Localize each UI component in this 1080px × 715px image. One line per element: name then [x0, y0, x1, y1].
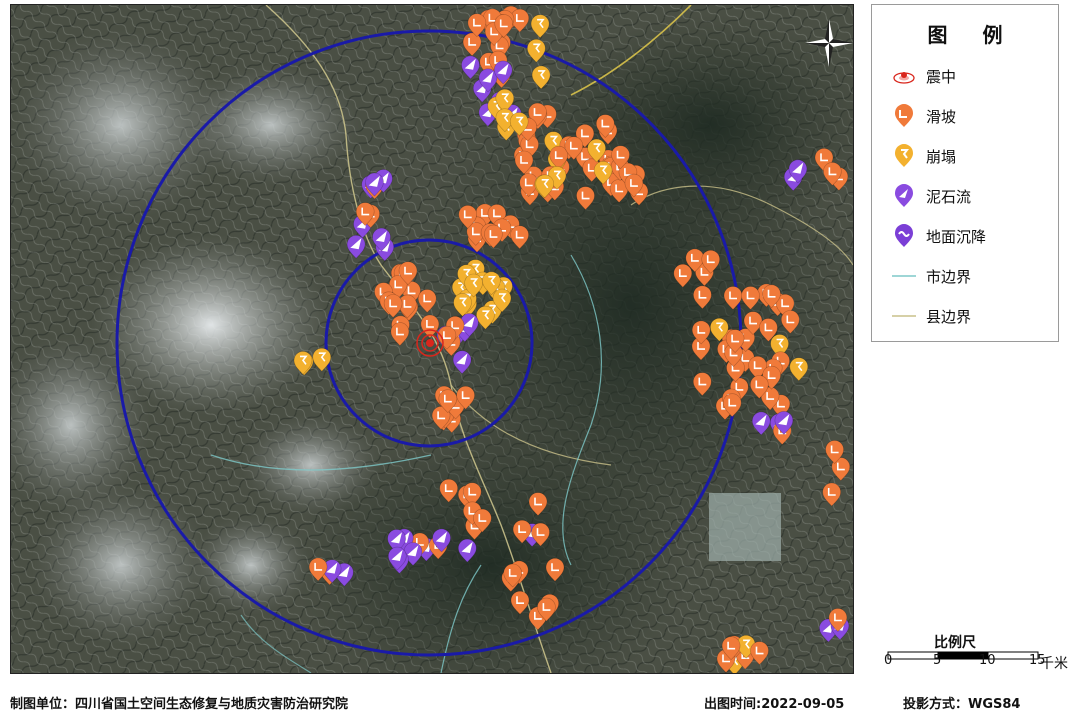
legend-label: 震中 [926, 67, 957, 86]
scale-tick-10: 10 [979, 653, 996, 668]
subsidence-icon [895, 224, 913, 247]
legend-panel: 图 例 震中 滑坡 崩塌 泥石流 地面沉降 市边界 县边界 [871, 4, 1059, 342]
date-label: 出图时间:2022-09-05 [704, 697, 845, 712]
landslide-icon [895, 104, 913, 127]
legend-item-landslide: 滑坡 [892, 103, 956, 129]
debris-flow-icon [895, 184, 913, 207]
legend-item-debris-flow: 泥石流 [892, 183, 971, 209]
scale-tick-0: 0 [884, 653, 893, 668]
legend-title: 图 例 [927, 23, 1017, 47]
legend-item-epicenter: 震中 [892, 63, 956, 89]
legend-label: 滑坡 [926, 107, 957, 126]
legend-item-collapse: 崩塌 [892, 143, 956, 169]
producer-label: 制图单位：四川省国土空间生态修复与地质灾害防治研究院 [10, 697, 349, 712]
epicenter-icon [893, 72, 915, 84]
city-boundary-line [892, 275, 916, 277]
map-canvas [11, 5, 853, 673]
scale-title: 比例尺 [934, 635, 976, 651]
scale-bar [887, 651, 1039, 660]
legend-item-subsidence: 地面沉降 [892, 223, 986, 249]
legend-label: 县边界 [926, 307, 972, 326]
legend-label: 泥石流 [926, 187, 972, 206]
legend-label: 市边界 [926, 267, 972, 286]
legend-label: 崩塌 [926, 147, 957, 166]
scale-unit: 千米 [1040, 656, 1068, 672]
county-boundary-line [892, 315, 916, 317]
satellite-map[interactable] [10, 4, 854, 674]
collapse-icon [895, 144, 913, 167]
legend-item-city-boundary: 市边界 [892, 263, 971, 289]
projection-label: 投影方式：WGS84 [903, 697, 1021, 712]
scale-tick-5: 5 [933, 653, 942, 668]
legend-item-county-boundary: 县边界 [892, 303, 971, 329]
legend-label: 地面沉降 [926, 227, 987, 246]
